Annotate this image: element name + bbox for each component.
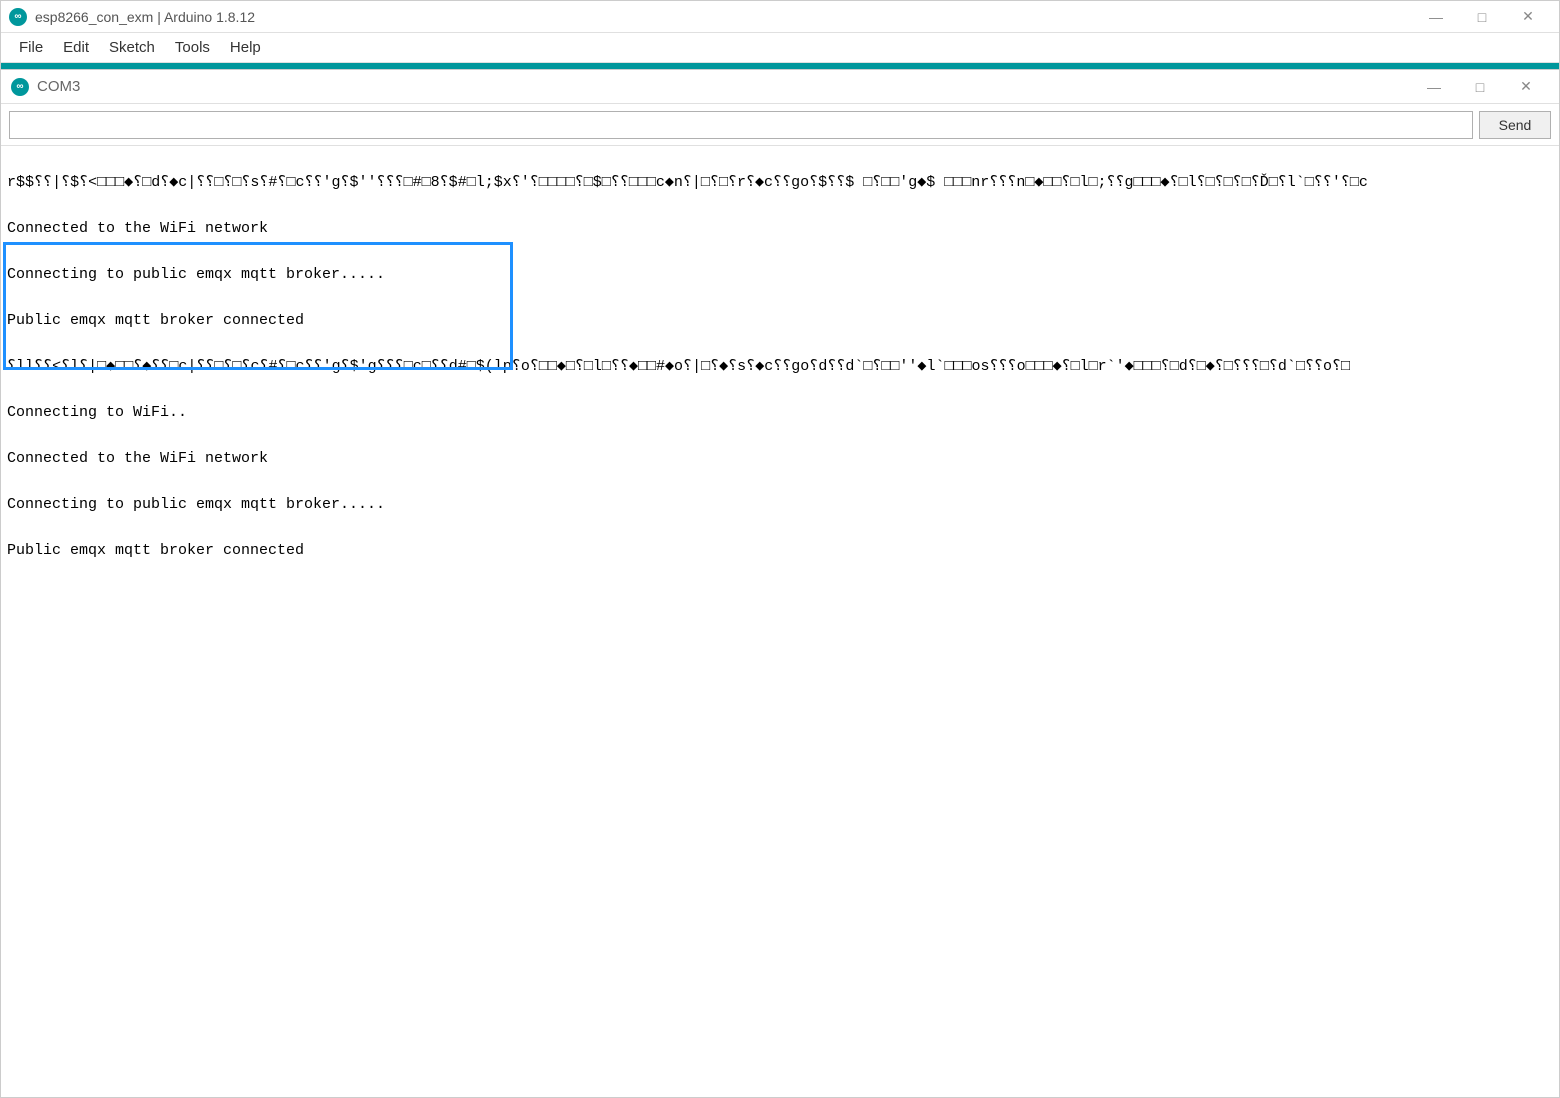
output-line: Connected to the WiFi network <box>7 217 1553 240</box>
main-title-bar: ∞ esp8266_con_exm | Arduino 1.8.12 — □ ✕ <box>1 1 1559 33</box>
menu-bar: File Edit Sketch Tools Help <box>1 33 1559 63</box>
menu-help[interactable]: Help <box>222 35 269 60</box>
window-title: esp8266_con_exm | Arduino 1.8.12 <box>35 9 1413 25</box>
output-line: Connecting to WiFi.. <box>7 401 1553 424</box>
serial-output-content: r$$⸮⸮|⸮$⸮<□□□◆⸮□d⸮◆c|⸮⸮□⸮□⸮s⸮#⸮□c⸮⸮'g⸮$'… <box>1 146 1559 610</box>
serial-input-row: Send <box>1 104 1559 146</box>
output-line: Connecting to public emqx mqtt broker...… <box>7 493 1553 516</box>
output-line: r$$⸮⸮|⸮$⸮<□□□◆⸮□d⸮◆c|⸮⸮□⸮□⸮s⸮#⸮□c⸮⸮'g⸮$'… <box>7 171 1553 194</box>
output-line: Public emqx mqtt broker connected <box>7 309 1553 332</box>
serial-arduino-icon: ∞ <box>11 78 29 96</box>
menu-edit[interactable]: Edit <box>55 35 97 60</box>
serial-window-controls: — □ ✕ <box>1411 72 1549 102</box>
output-line: ⸮ll⸮⸮<⸮l⸮|□◆□□⸮◆⸮⸮□c|⸮⸮□⸮□⸮c⸮#⸮□c⸮⸮'g⸮$'… <box>7 355 1553 378</box>
serial-port-title: COM3 <box>37 78 80 95</box>
menu-sketch[interactable]: Sketch <box>101 35 163 60</box>
minimize-button[interactable]: — <box>1413 2 1459 32</box>
send-button[interactable]: Send <box>1479 111 1551 139</box>
serial-minimize-button[interactable]: — <box>1411 72 1457 102</box>
arduino-logo-icon: ∞ <box>9 8 27 26</box>
output-line: Connecting to public emqx mqtt broker...… <box>7 263 1553 286</box>
arduino-ide-window: ∞ esp8266_con_exm | Arduino 1.8.12 — □ ✕… <box>0 0 1560 1098</box>
serial-title-bar: ∞ COM3 — □ ✕ <box>1 70 1559 104</box>
serial-monitor-window: ∞ COM3 — □ ✕ Send r$$⸮⸮|⸮$⸮<□□□◆⸮□d⸮◆c|⸮… <box>1 69 1559 1097</box>
main-window-controls: — □ ✕ <box>1413 2 1551 32</box>
maximize-button[interactable]: □ <box>1459 2 1505 32</box>
output-line: Public emqx mqtt broker connected <box>7 539 1553 562</box>
output-line: Connected to the WiFi network <box>7 447 1553 470</box>
serial-input[interactable] <box>9 111 1473 139</box>
serial-output-area[interactable]: r$$⸮⸮|⸮$⸮<□□□◆⸮□d⸮◆c|⸮⸮□⸮□⸮s⸮#⸮□c⸮⸮'g⸮$'… <box>1 146 1559 1097</box>
serial-maximize-button[interactable]: □ <box>1457 72 1503 102</box>
close-button[interactable]: ✕ <box>1505 2 1551 32</box>
menu-tools[interactable]: Tools <box>167 35 218 60</box>
menu-file[interactable]: File <box>11 35 51 60</box>
serial-close-button[interactable]: ✕ <box>1503 72 1549 102</box>
